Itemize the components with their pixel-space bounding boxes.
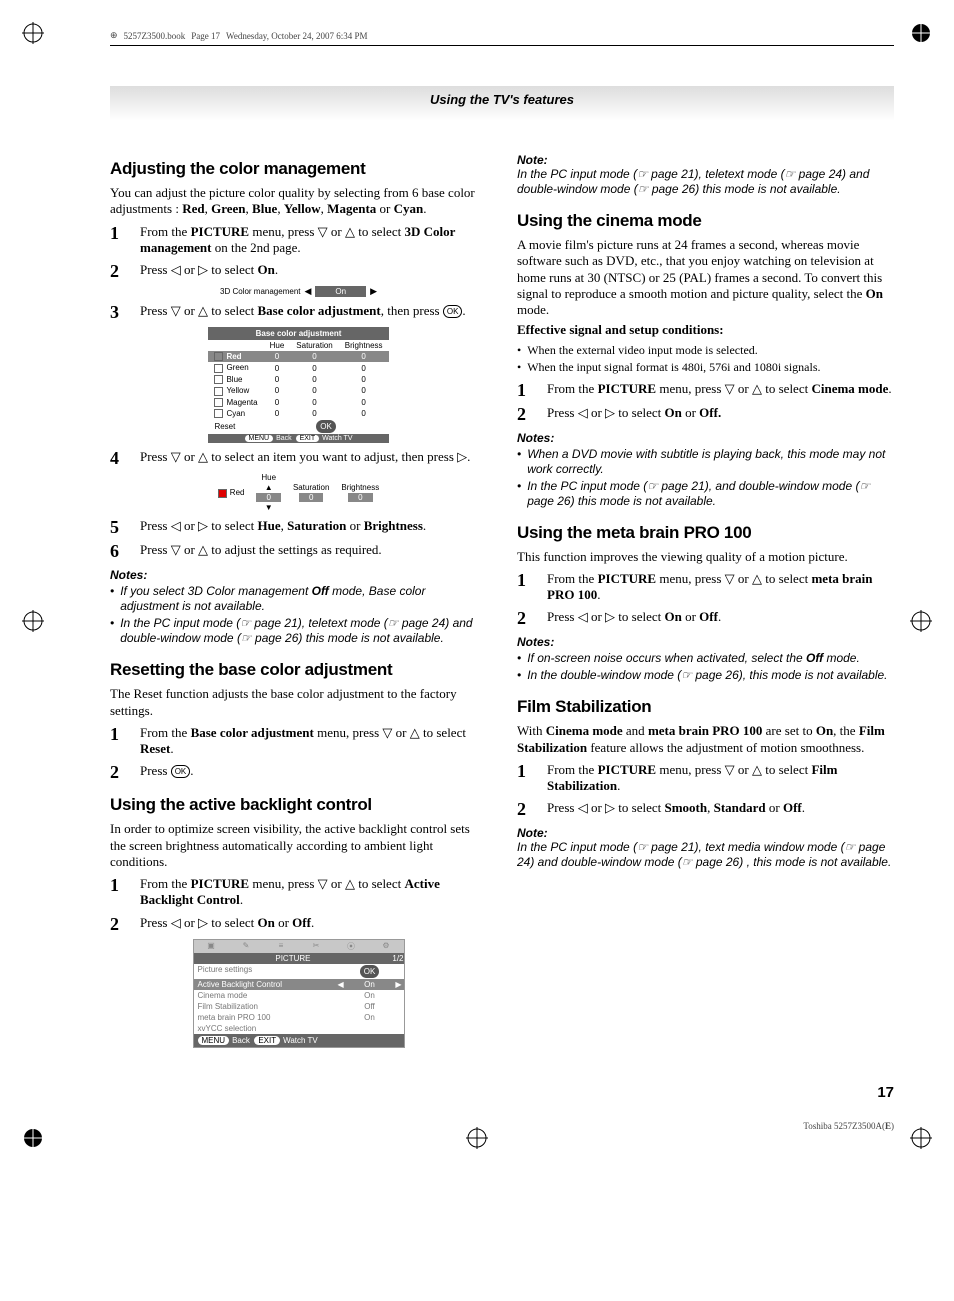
step-c1: 1 From the PICTURE menu, press ▽ or △ to… (517, 381, 894, 399)
osd-base-color-table: Base color adjustment Hue Saturation Bri… (208, 327, 388, 443)
doc-header: ⊕ 5257Z3500.book Page 17 Wednesday, Octo… (110, 30, 894, 46)
step-6: 6 Press ▽ or △ to adjust the settings as… (110, 542, 487, 560)
step-m2: 2 Press ◁ or ▷ to select On or Off. (517, 609, 894, 627)
ok-button-icon: OK (171, 765, 191, 778)
triangle-up-icon: ▲ (265, 483, 273, 492)
bullet-item: •When the input signal format is 480i, 5… (517, 360, 894, 375)
osd-hue-row: Red Hue▲0▼ Saturation0 Brightness0 (110, 473, 487, 512)
step-m1: 1 From the PICTURE menu, press ▽ or △ to… (517, 571, 894, 604)
osd-footer: MENUBack EXITWatch TV (208, 434, 388, 443)
triangle-left-icon: ◀ (304, 286, 311, 297)
notes-heading: Note: (517, 826, 894, 840)
osd-footer: MENUBack EXITWatch TV (194, 1034, 404, 1047)
step-1: 1 From the PICTURE menu, press ▽ or △ to… (110, 224, 487, 257)
registration-mark-icon (22, 1127, 44, 1149)
notes-heading: Notes: (110, 568, 487, 582)
book-icon: ⊕ (110, 30, 118, 41)
note-item: •In the PC input mode (☞ page 21), and d… (517, 479, 894, 509)
osd-3d-color-strip: 3D Color management ◀ On ▶ (110, 286, 487, 297)
section-banner: Using the TV's features (110, 86, 894, 121)
notes-heading: Note: (517, 153, 894, 167)
note-item: In the PC input mode (☞ page 21), text m… (517, 840, 894, 870)
heading-cinema: Using the cinema mode (517, 211, 894, 231)
step-5: 5 Press ◁ or ▷ to select Hue, Saturation… (110, 518, 487, 536)
intro-reset: The Reset function adjusts the base colo… (110, 686, 487, 719)
step-f2: 2 Press ◁ or ▷ to select Smooth, Standar… (517, 800, 894, 818)
ok-button-icon: OK (443, 305, 463, 318)
intro-backlight: In order to optimize screen visibility, … (110, 821, 487, 870)
registration-mark-icon (22, 610, 44, 632)
osd-tabs: ▣✎≡✂⦿⚙ (194, 940, 404, 953)
note-item: •If you select 3D Color management Off m… (110, 584, 487, 614)
step-c2: 2 Press ◁ or ▷ to select On or Off. (517, 405, 894, 423)
header-timestamp: Wednesday, October 24, 2007 6:34 PM (226, 31, 367, 41)
menu-row: Active Backlight ControlOn (194, 979, 404, 990)
intro-metabrain: This function improves the viewing quali… (517, 549, 894, 565)
notes-heading: Notes: (517, 431, 894, 445)
step-a2: 2 Press ◁ or ▷ to select On or Off. (110, 915, 487, 933)
menu-row: Film StabilizationOff (194, 1001, 404, 1012)
note-item: •If on-screen noise occurs when activate… (517, 651, 894, 666)
step-a1: 1 From the PICTURE menu, press ▽ or △ to… (110, 876, 487, 909)
note-item: •In the double-window mode (☞ page 26), … (517, 668, 894, 683)
registration-mark-icon (910, 610, 932, 632)
intro-film-stab: With Cinema mode and meta brain PRO 100 … (517, 723, 894, 756)
heading-film-stab: Film Stabilization (517, 697, 894, 717)
step-r1: 1 From the Base color adjustment menu, p… (110, 725, 487, 758)
note-item: In the PC input mode (☞ page 21), telete… (517, 167, 894, 197)
registration-mark-icon (22, 22, 44, 44)
triangle-down-icon: ▼ (265, 503, 273, 512)
registration-mark-icon (466, 1127, 488, 1149)
color-swatch (214, 352, 223, 361)
registration-mark-icon (910, 22, 932, 44)
table-row: Blue000 (208, 374, 388, 385)
note-item: •In the PC input mode (☞ page 21), telet… (110, 616, 487, 646)
heading-color-mgmt: Adjusting the color management (110, 159, 487, 179)
left-column: Adjusting the color management You can a… (110, 145, 487, 1054)
step-2: 2 Press ◁ or ▷ to select On. (110, 262, 487, 280)
step-4: 4 Press ▽ or △ to select an item you wan… (110, 449, 487, 467)
header-file: 5257Z3500.book (124, 31, 186, 41)
header-page: Page 17 (191, 31, 220, 41)
right-column: Note: In the PC input mode (☞ page 21), … (517, 145, 894, 1054)
page-number: 17 (110, 1084, 894, 1101)
heading-reset: Resetting the base color adjustment (110, 660, 487, 680)
step-r2: 2 Press OK. (110, 763, 487, 781)
table-row: Magenta000 (208, 397, 388, 408)
note-item: •When a DVD movie with subtitle is playi… (517, 447, 894, 477)
bullet-item: •When the external video input mode is s… (517, 343, 894, 358)
heading-backlight: Using the active backlight control (110, 795, 487, 815)
table-row: Cyan000 (208, 408, 388, 419)
step-f1: 1 From the PICTURE menu, press ▽ or △ to… (517, 762, 894, 795)
intro-cinema: A movie film's picture runs at 24 frames… (517, 237, 894, 318)
menu-row: xvYCC selection (194, 1023, 404, 1034)
menu-row: meta brain PRO 100On (194, 1012, 404, 1023)
footer-model: Toshiba 5257Z3500A(E) (110, 1121, 894, 1131)
table-row: Red000 (208, 351, 388, 362)
table-row: Yellow000 (208, 385, 388, 396)
menu-row: Picture settingsOK (194, 964, 404, 979)
heading-metabrain: Using the meta brain PRO 100 (517, 523, 894, 543)
table-row: Green000 (208, 362, 388, 373)
notes-heading: Notes: (517, 635, 894, 649)
triangle-right-icon: ▶ (370, 286, 377, 297)
osd-picture-menu: ▣✎≡✂⦿⚙ PICTURE1/2 Picture settingsOK Act… (193, 939, 405, 1048)
menu-row: Cinema modeOn (194, 990, 404, 1001)
registration-mark-icon (910, 1127, 932, 1149)
step-3: 3 Press ▽ or △ to select Base color adju… (110, 303, 487, 321)
intro-color-mgmt: You can adjust the picture color quality… (110, 185, 487, 218)
subheading-effective: Effective signal and setup conditions: (517, 322, 894, 338)
